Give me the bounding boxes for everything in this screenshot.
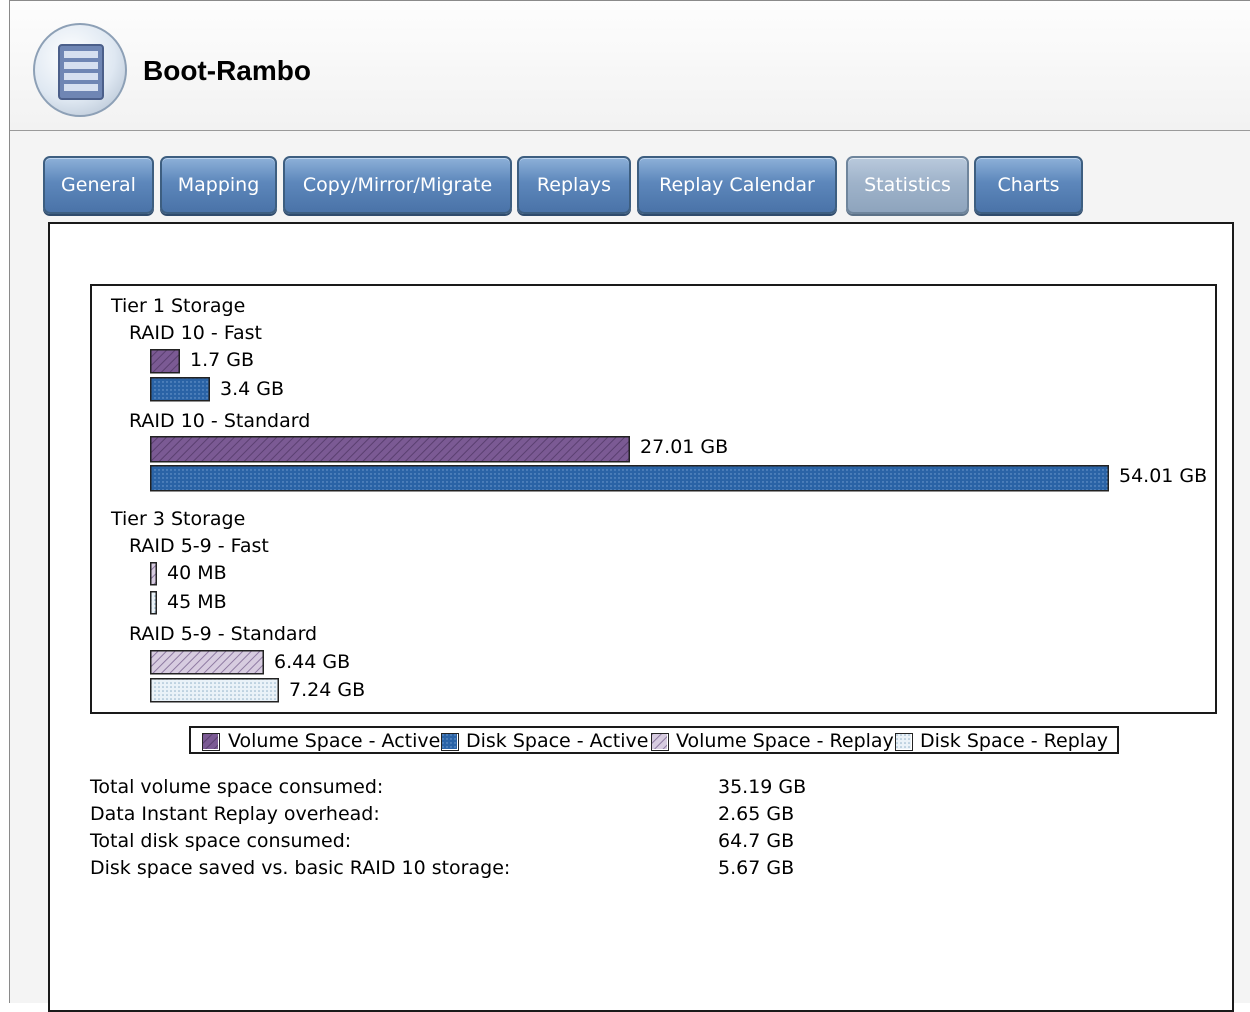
summary-value: 64.7 GB bbox=[718, 830, 795, 852]
legend-swatch-volume-active bbox=[202, 733, 220, 751]
legend-swatch-volume-replay bbox=[651, 733, 669, 751]
bar-label: 7.24 GB bbox=[289, 679, 366, 701]
bar-raid59-standard-volume-replay bbox=[150, 650, 264, 675]
bar-label: 40 MB bbox=[167, 562, 227, 584]
page-title: Boot-Rambo bbox=[143, 55, 311, 86]
header-bar: Boot-Rambo bbox=[10, 1, 1250, 131]
bar-label: 3.4 GB bbox=[220, 378, 285, 400]
tab-replay-calendar[interactable]: Replay Calendar bbox=[637, 156, 837, 214]
tab-mapping[interactable]: Mapping bbox=[160, 156, 277, 214]
bar-label: 27.01 GB bbox=[640, 436, 729, 458]
summary-label: Disk space saved vs. basic RAID 10 stora… bbox=[90, 857, 511, 879]
tab-charts[interactable]: Charts bbox=[974, 156, 1083, 214]
summary-value: 35.19 GB bbox=[718, 776, 807, 798]
legend-label: Disk Space - Replay bbox=[920, 730, 1108, 752]
legend-label: Volume Space - Active bbox=[228, 730, 441, 752]
chart-legend: Volume Space - Active Disk Space - Activ… bbox=[189, 726, 1119, 754]
storage-chart: Tier 1 Storage RAID 10 - Fast 1.7 GB 3.4… bbox=[90, 284, 1217, 714]
raid-10-standard-label: RAID 10 - Standard bbox=[129, 410, 311, 432]
tier-1-label: Tier 1 Storage bbox=[111, 295, 246, 317]
bar-raid59-standard-disk-replay bbox=[150, 678, 279, 703]
raid-5-9-standard-label: RAID 5-9 - Standard bbox=[129, 623, 318, 645]
summary-value: 2.65 GB bbox=[718, 803, 795, 825]
legend-label: Disk Space - Active bbox=[466, 730, 649, 752]
legend-swatch-disk-active bbox=[441, 733, 459, 751]
bar-label: 45 MB bbox=[167, 591, 227, 613]
bar-raid10-fast-disk-active bbox=[150, 377, 210, 402]
legend-swatch-disk-replay bbox=[895, 733, 913, 751]
tab-general[interactable]: General bbox=[43, 156, 154, 214]
bar-raid10-standard-disk-active bbox=[150, 465, 1109, 492]
tab-replays[interactable]: Replays bbox=[517, 156, 631, 214]
bar-raid59-fast-volume-replay bbox=[150, 562, 157, 586]
raid-5-9-fast-label: RAID 5-9 - Fast bbox=[129, 535, 269, 557]
bar-label: 54.01 GB bbox=[1119, 465, 1208, 487]
raid-10-fast-label: RAID 10 - Fast bbox=[129, 322, 262, 344]
bar-raid59-fast-disk-replay bbox=[150, 591, 157, 615]
legend-label: Volume Space - Replay bbox=[676, 730, 894, 752]
summary-label: Total disk space consumed: bbox=[90, 830, 352, 852]
tier-3-label: Tier 3 Storage bbox=[111, 508, 246, 530]
bar-label: 6.44 GB bbox=[274, 651, 351, 673]
bar-raid10-standard-volume-active bbox=[150, 436, 630, 463]
summary-value: 5.67 GB bbox=[718, 857, 795, 879]
storage-volume-icon bbox=[33, 23, 127, 117]
summary-label: Data Instant Replay overhead: bbox=[90, 803, 380, 825]
bar-raid10-fast-volume-active bbox=[150, 349, 180, 374]
tab-statistics[interactable]: Statistics bbox=[846, 156, 969, 214]
tab-copy-mirror-migrate[interactable]: Copy/Mirror/Migrate bbox=[283, 156, 512, 214]
bar-label: 1.7 GB bbox=[190, 349, 255, 371]
summary-label: Total volume space consumed: bbox=[90, 776, 384, 798]
